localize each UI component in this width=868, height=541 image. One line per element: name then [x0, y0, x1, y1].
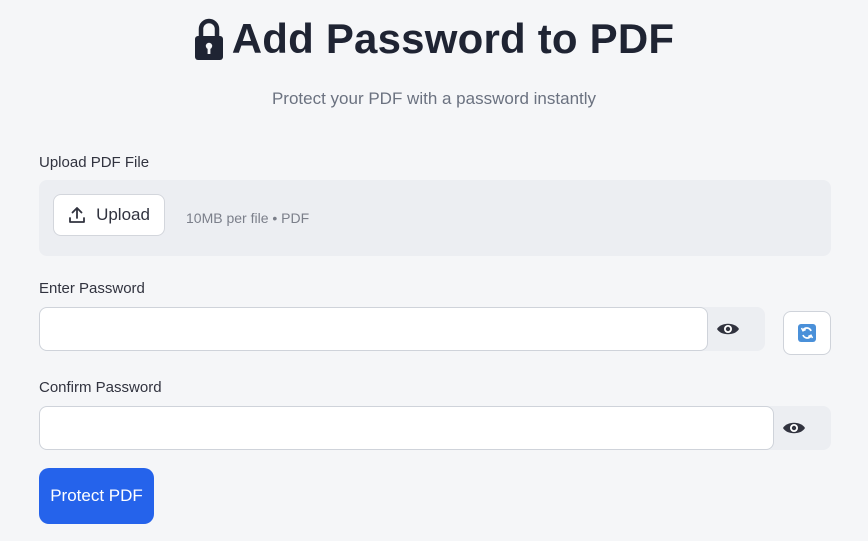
generate-password-button[interactable] — [783, 311, 831, 355]
password-field-group — [39, 307, 765, 351]
lock-icon — [194, 17, 224, 61]
confirm-password-label: Confirm Password — [39, 379, 162, 396]
protect-pdf-button[interactable]: Protect PDF — [39, 468, 154, 524]
confirm-password-input[interactable] — [39, 406, 774, 450]
page-title: Add Password to PDF — [231, 15, 675, 62]
page: Add Password to PDF Protect your PDF wit… — [0, 0, 868, 541]
eye-icon — [783, 422, 805, 434]
password-input[interactable] — [39, 307, 708, 351]
page-subtitle: Protect your PDF with a password instant… — [271, 89, 597, 108]
upload-icon — [68, 206, 86, 224]
password-label: Enter Password — [39, 280, 145, 297]
upload-hint: 10MB per file • PDF — [186, 210, 310, 226]
confirm-password-field-group — [39, 406, 831, 450]
upload-label: Upload PDF File — [39, 154, 150, 171]
file-dropzone[interactable]: Upload 10MB per file • PDF — [39, 180, 831, 256]
refresh-icon — [798, 324, 816, 342]
upload-button-label: Upload — [96, 205, 150, 224]
eye-icon — [717, 323, 739, 335]
header: Add Password to PDF — [0, 12, 868, 66]
show-password-button[interactable] — [706, 307, 750, 351]
show-confirm-password-button[interactable] — [772, 406, 816, 450]
upload-button[interactable]: Upload — [53, 194, 165, 236]
